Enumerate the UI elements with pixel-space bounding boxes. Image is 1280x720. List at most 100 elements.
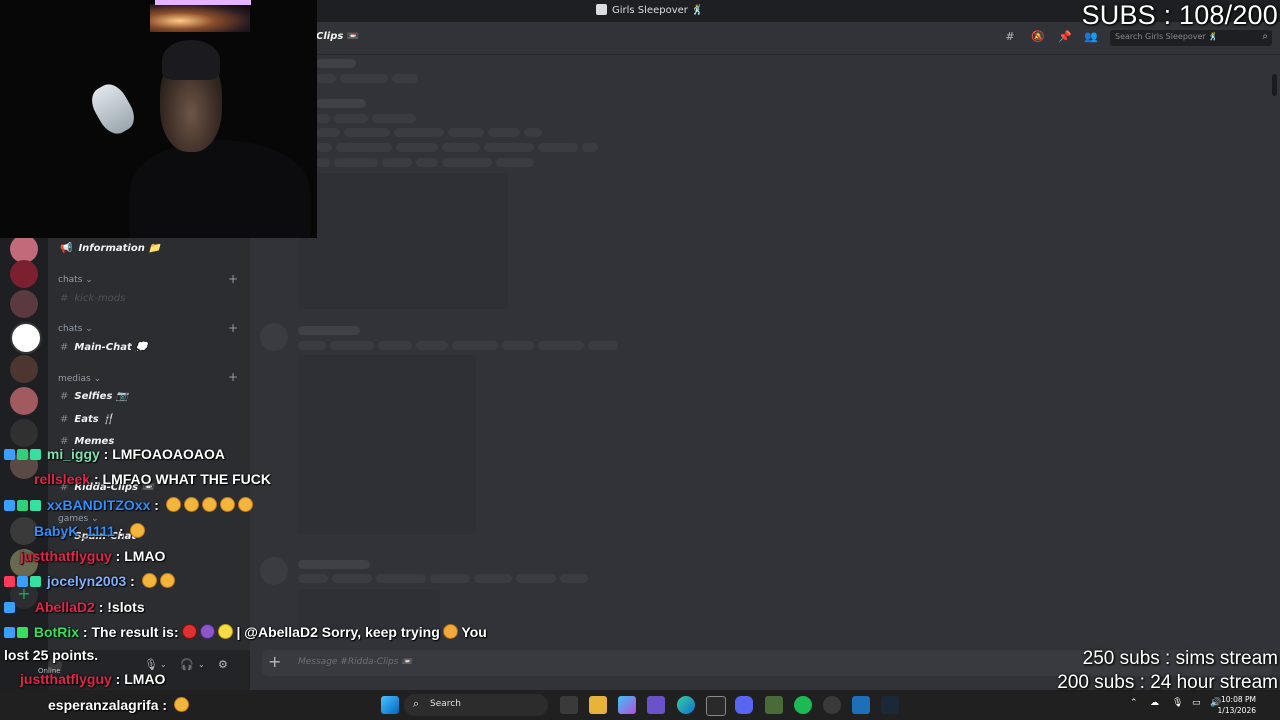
file-explorer-icon[interactable] <box>589 696 607 714</box>
server-icon[interactable] <box>10 260 38 288</box>
channel-label: Main-Chat 💭 <box>74 342 148 353</box>
chat-message: BabyK_1111 : <box>4 523 146 539</box>
add-channel-icon[interactable]: + <box>228 321 238 335</box>
skeleton-line <box>298 560 370 569</box>
store-icon[interactable] <box>706 696 726 716</box>
skeleton-line <box>316 143 332 152</box>
emoji-icon <box>201 497 217 512</box>
taskbar-clock[interactable]: 10:08 PM 1/13/2026 <box>1218 694 1256 716</box>
emoji-icon <box>173 697 189 712</box>
microphone-icon[interactable]: 🎙 <box>144 658 158 671</box>
headphones-icon[interactable]: 🎧 <box>180 658 194 671</box>
skeleton-line <box>484 143 534 152</box>
channel-eats[interactable]: # Eats 🍴 <box>60 414 115 425</box>
threads-icon[interactable]: # <box>1004 31 1016 43</box>
skeleton-line <box>330 341 374 350</box>
skeleton-line <box>416 158 438 167</box>
display-icon[interactable]: ▭ <box>1192 698 1201 708</box>
notifications-icon[interactable]: 🔕 <box>1031 31 1045 43</box>
skeleton-line <box>448 128 484 137</box>
app-icon[interactable] <box>852 696 870 714</box>
chat-message: esperanzalagrifa : <box>4 697 189 713</box>
edge-icon[interactable] <box>677 696 695 714</box>
badge-icon <box>30 576 41 587</box>
chat-separator: : <box>158 697 171 713</box>
task-view-icon[interactable] <box>560 696 578 714</box>
hash-icon: # <box>60 342 69 353</box>
channel-kick-mods[interactable]: # kick-mods <box>60 293 125 304</box>
chat-separator: : <box>99 446 113 462</box>
skeleton-line <box>416 341 448 350</box>
skeleton-line <box>442 143 480 152</box>
chat-message: AbellaD2 : !slots <box>4 599 145 615</box>
chat-message: jocelyn2003 : <box>4 573 175 589</box>
member-list-icon[interactable]: 👥 <box>1084 31 1098 43</box>
teams-icon[interactable] <box>647 696 665 714</box>
add-channel-icon[interactable]: + <box>228 370 238 384</box>
chevron-down-icon[interactable]: ⌄ <box>160 660 167 669</box>
channel-selfies[interactable]: # Selfies 📷 <box>60 391 128 402</box>
hash-icon: # <box>60 414 69 425</box>
steam-icon[interactable] <box>881 696 899 714</box>
webcam-person-body <box>130 140 310 238</box>
skeleton-line <box>524 128 542 137</box>
skeleton-line <box>298 326 360 335</box>
emoji-icon <box>237 497 253 512</box>
spotify-icon[interactable] <box>794 696 812 714</box>
skeleton-line <box>502 341 534 350</box>
chat-text: !slots <box>107 599 145 615</box>
skeleton-line <box>316 99 366 108</box>
channel-main-chat[interactable]: # Main-Chat 💭 <box>60 342 148 353</box>
skeleton-line <box>452 341 498 350</box>
skeleton-line <box>396 143 438 152</box>
cloud-icon[interactable]: ☁ <box>1150 698 1159 708</box>
category-medias[interactable]: medias ⌄ <box>58 374 101 384</box>
skeleton-line <box>344 128 390 137</box>
chat-text: The result is: <box>91 624 179 640</box>
skeleton-line <box>382 158 412 167</box>
scrollbar[interactable] <box>1272 74 1277 96</box>
chat-username: mi_iggy <box>46 446 100 462</box>
chat-username: esperanzalagrifa <box>48 697 159 713</box>
search-icon: ⌕ <box>1262 31 1268 42</box>
chat-username: justthatflyguy <box>20 548 112 564</box>
chat-username: BotRix <box>33 624 80 640</box>
badge-icon <box>30 449 41 460</box>
add-channel-icon[interactable]: + <box>228 272 238 286</box>
server-icon[interactable] <box>10 387 38 415</box>
search-input[interactable]: Search Girls Sleepover 🕺 ⌕ <box>1110 30 1272 46</box>
sub-goal: 200 subs : 24 hour stream <box>1057 672 1278 693</box>
server-icon[interactable] <box>10 355 38 383</box>
pin-icon[interactable]: 📌 <box>1058 31 1072 43</box>
chevron-down-icon[interactable]: ⌄ <box>198 660 205 669</box>
copilot-icon[interactable] <box>618 696 636 714</box>
taskbar-search[interactable]: ⌕ Search <box>404 694 548 716</box>
server-icon[interactable] <box>10 290 38 318</box>
server-icon[interactable] <box>10 419 38 447</box>
channel-information[interactable]: 📢 Information 📁 <box>60 243 161 254</box>
microphone-icon[interactable]: 🎙 <box>1172 698 1183 708</box>
discord-taskbar-icon[interactable] <box>735 696 753 714</box>
app-icon[interactable] <box>765 696 783 714</box>
hash-icon: # <box>60 293 69 304</box>
obs-icon[interactable] <box>823 696 841 714</box>
chat-message: justthatflyguy : LMAO <box>4 671 165 687</box>
gear-icon[interactable]: ⚙ <box>218 658 228 671</box>
taskbar: ⌕ Search ⌃ ☁ 🎙 ▭ 🔊 10:08 PM 1/13/2026 <box>0 690 1280 720</box>
server-icon[interactable] <box>10 322 42 354</box>
composer-placeholder: Message #Ridda-Clips 📼 <box>298 657 413 667</box>
chat-separator: : <box>114 523 128 539</box>
search-icon: ⌕ <box>413 697 420 710</box>
chevron-up-icon[interactable]: ⌃ <box>1130 698 1138 708</box>
announcement-icon: 📢 <box>60 243 73 254</box>
attach-plus-icon[interactable]: + <box>268 652 281 671</box>
emoji-icon <box>165 497 181 512</box>
chat-message: rellsleek : LMFAO WHAT THE FUCK <box>4 471 271 487</box>
chat-text: lost 25 points. <box>4 647 99 663</box>
category-chats[interactable]: chats ⌄ <box>58 324 93 334</box>
chat-separator: : <box>90 471 103 487</box>
category-chats[interactable]: chats ⌄ <box>58 275 93 285</box>
server-icon[interactable] <box>10 235 38 263</box>
search-placeholder: Search Girls Sleepover 🕺 <box>1115 32 1219 41</box>
windows-start-icon[interactable] <box>381 696 399 714</box>
